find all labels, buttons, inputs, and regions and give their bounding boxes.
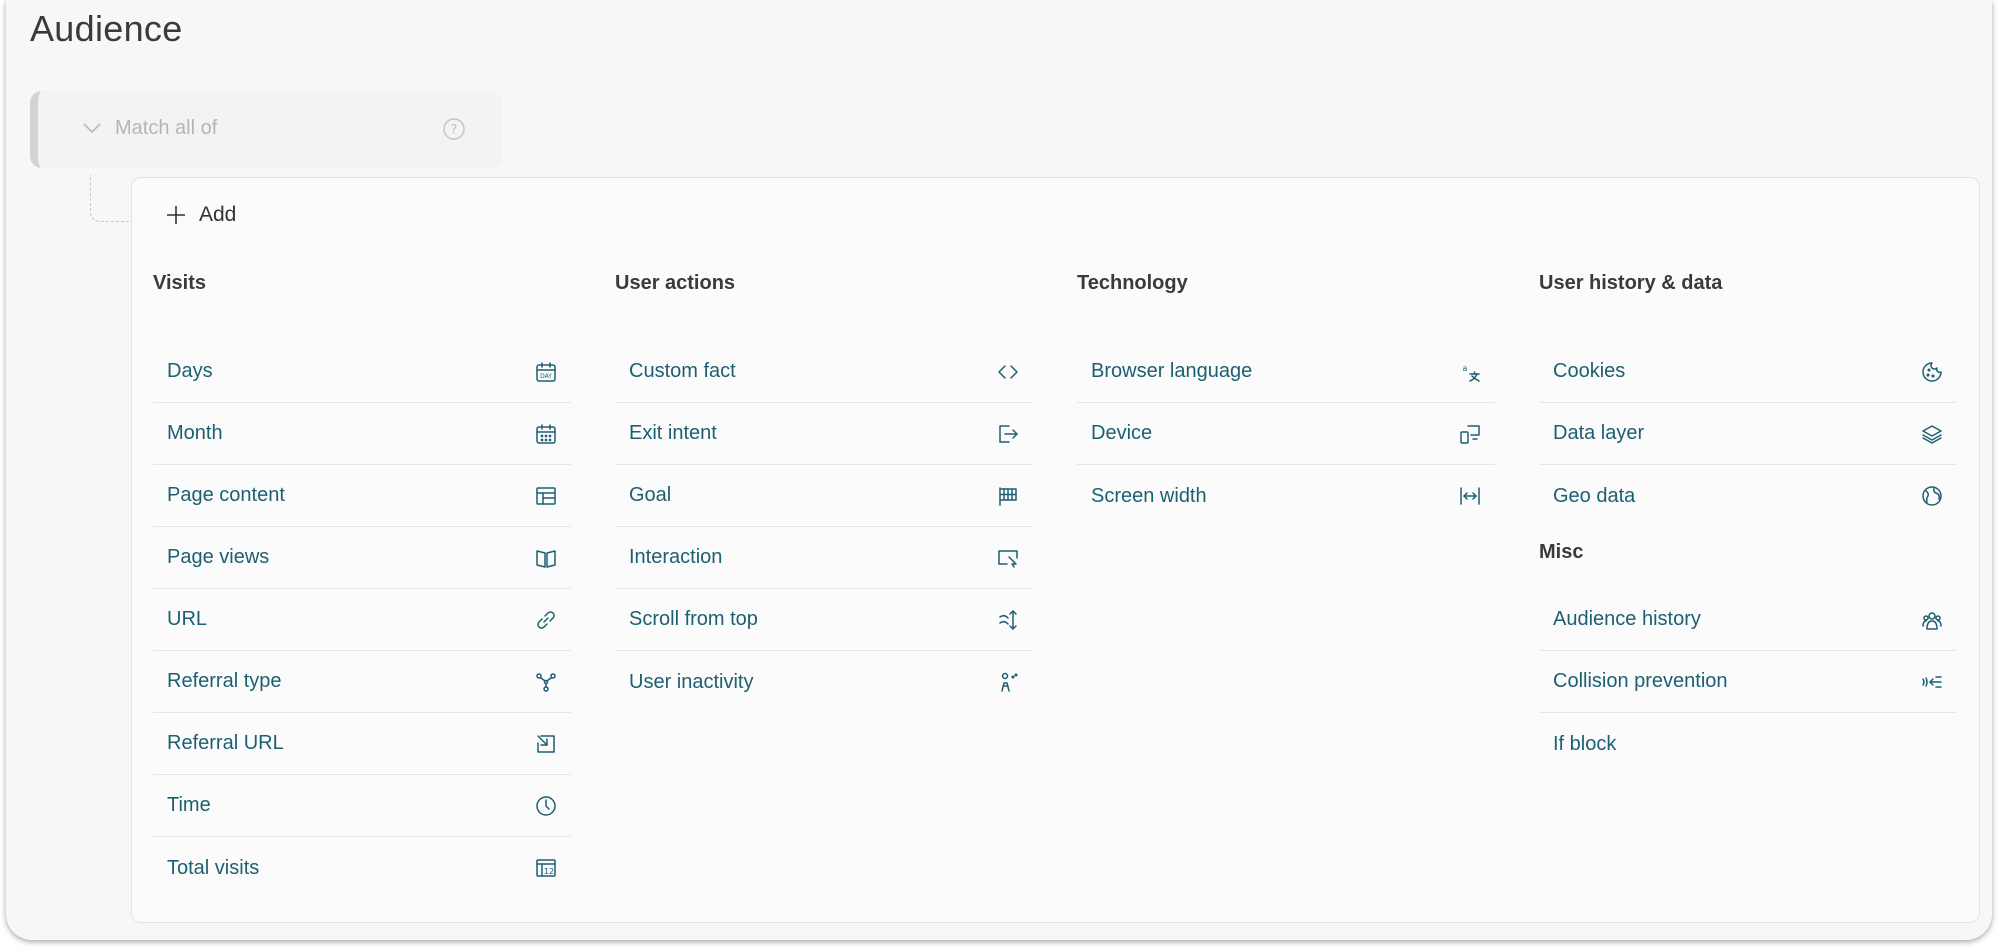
condition-item-screen-width[interactable]: Screen width <box>1077 465 1495 527</box>
svg-text:?: ? <box>451 123 458 138</box>
arrow-in-box-icon <box>535 733 557 755</box>
condition-item-scroll-from-top[interactable]: Scroll from top <box>615 589 1033 651</box>
cursor-click-icon <box>997 547 1019 569</box>
condition-item-referral-type[interactable]: Referral type <box>153 651 571 713</box>
column-title: Technology <box>1077 272 1188 294</box>
counter-icon: 12 <box>535 857 557 879</box>
column-title: User actions <box>615 272 736 294</box>
collision-icon <box>1921 671 1943 693</box>
condition-item-audience-history[interactable]: Audience history <box>1539 589 1957 651</box>
condition-item-if-block[interactable]: If block <box>1539 713 1957 775</box>
match-mode-label[interactable]: Match all of <box>115 117 217 140</box>
column-visits: Visits Days DAY Month Page content Page … <box>153 268 571 899</box>
condition-item-month[interactable]: Month <box>153 403 571 465</box>
condition-item-browser-language[interactable]: Browser language a <box>1077 341 1495 403</box>
svg-text:DAY: DAY <box>540 373 552 380</box>
share-nodes-icon <box>535 671 557 693</box>
condition-item-days[interactable]: Days DAY <box>153 341 571 403</box>
condition-item-device[interactable]: Device <box>1077 403 1495 465</box>
help-icon[interactable]: ? <box>442 117 466 141</box>
condition-item-time[interactable]: Time <box>153 775 571 837</box>
condition-item-url[interactable]: URL <box>153 589 571 651</box>
column-title: Visits <box>153 272 206 294</box>
svg-text:12: 12 <box>544 867 554 876</box>
condition-item-collision-prevention[interactable]: Collision prevention <box>1539 651 1957 713</box>
flag-icon <box>997 485 1019 507</box>
plus-icon <box>167 206 185 224</box>
exit-icon <box>997 423 1019 445</box>
condition-item-cookies[interactable]: Cookies <box>1539 341 1957 403</box>
link-icon <box>535 609 557 631</box>
chevron-down-icon[interactable] <box>82 121 102 135</box>
devices-icon <box>1459 423 1481 445</box>
condition-item-page-content[interactable]: Page content <box>153 465 571 527</box>
condition-item-referral-url[interactable]: Referral URL <box>153 713 571 775</box>
layers-icon <box>1921 423 1943 445</box>
translate-icon: a <box>1459 361 1481 383</box>
condition-item-geo-data[interactable]: Geo data <box>1539 465 1957 527</box>
tree-connector <box>90 175 129 222</box>
column-technology: Technology Browser language a Device Scr… <box>1077 268 1495 527</box>
condition-item-goal[interactable]: Goal <box>615 465 1033 527</box>
code-icon <box>997 361 1019 383</box>
calendar-day-icon: DAY <box>535 361 557 383</box>
match-group-header[interactable]: Match all of ? <box>30 91 502 168</box>
globe-icon <box>1921 485 1943 507</box>
cookie-icon <box>1921 361 1943 383</box>
column-title: User history & data <box>1539 272 1723 294</box>
svg-text:a: a <box>1463 364 1468 373</box>
condition-item-interaction[interactable]: Interaction <box>615 527 1033 589</box>
condition-item-custom-fact[interactable]: Custom fact <box>615 341 1033 403</box>
user-idle-icon <box>997 671 1019 693</box>
add-button[interactable]: Add <box>165 200 236 230</box>
audience-icon <box>1921 609 1943 631</box>
layout-icon <box>535 485 557 507</box>
misc-title: Misc <box>1539 541 1584 563</box>
book-open-icon <box>535 547 557 569</box>
clock-icon <box>535 795 557 817</box>
column-user-history: User history & data Cookies Data layer G… <box>1539 268 1957 775</box>
condition-item-exit-intent[interactable]: Exit intent <box>615 403 1033 465</box>
calendar-month-icon <box>535 423 557 445</box>
width-icon <box>1459 485 1481 507</box>
condition-item-page-views[interactable]: Page views <box>153 527 571 589</box>
column-user-actions: User actions Custom fact Exit intent Goa… <box>615 268 1033 713</box>
scroll-icon <box>997 609 1019 631</box>
page-title: Audience <box>30 8 183 49</box>
add-button-label: Add <box>199 203 237 226</box>
condition-item-user-inactivity[interactable]: User inactivity <box>615 651 1033 713</box>
condition-item-total-visits[interactable]: Total visits 12 <box>153 837 571 899</box>
condition-item-data-layer[interactable]: Data layer <box>1539 403 1957 465</box>
